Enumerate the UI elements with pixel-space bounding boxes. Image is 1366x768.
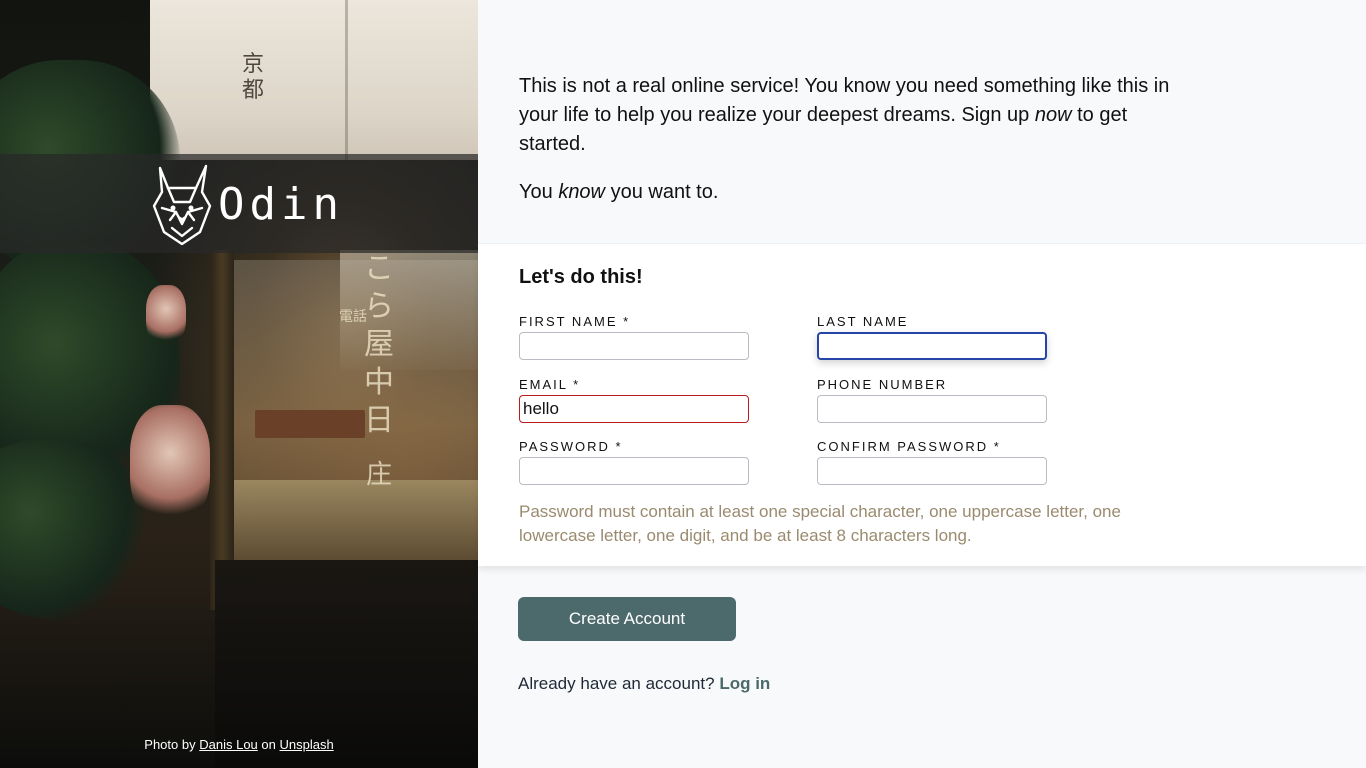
login-link[interactable]: Log in [719,674,770,693]
plant-leaves [0,440,150,620]
curtain-lettering: 京都 [241,52,264,103]
confirm-password-input[interactable] [817,457,1047,485]
password-input[interactable] [519,457,749,485]
intro-text: This is not a real online service! You k… [519,72,1179,207]
intro-emphasis: now [1034,104,1072,126]
photo-credit: Photo by Danis Lou on Unsplash [0,737,478,752]
last-name-input[interactable] [817,332,1047,360]
door-post [210,250,234,610]
signup-form: Let's do this! FIRST NAME * LAST NAME EM… [478,244,1366,566]
sign-lettering-bottom: 庄 [365,460,392,490]
intro-emphasis: know [558,181,606,203]
noren-curtain [150,0,478,160]
odin-dog-head-logo-icon [152,164,212,246]
last-name-label: LAST NAME [817,314,909,329]
phone-group: PHONE NUMBER [817,377,1047,423]
intro-paragraph-1: This is not a real online service! You k… [519,72,1179,159]
password-hint: Password must contain at least one speci… [519,502,1121,545]
intro-text-segment: You [519,181,559,203]
create-account-button[interactable]: Create Account [518,597,736,641]
logo: Odin [150,162,344,246]
sign-lettering-small: 電話 [339,309,367,325]
login-prompt-text: Already have an account? [518,674,715,693]
first-name-input[interactable] [519,332,749,360]
intro-paragraph-2: You know you want to. [519,178,1179,207]
credit-site-link[interactable]: Unsplash [280,737,334,752]
sign-lettering: こら屋中日 [364,251,394,438]
first-name-group: FIRST NAME * [519,314,749,360]
phone-label: PHONE NUMBER [817,377,948,392]
hanging-ornament [146,285,186,345]
login-prompt: Already have an account? Log in [518,674,770,694]
form-title: Let's do this! [519,266,643,288]
curtain-split [345,0,348,160]
intro-text-segment: you want to. [605,181,719,203]
phone-input[interactable] [817,395,1047,423]
low-table [255,410,365,438]
hero-photo: 京都 こら屋中日 電話 庄 Odin Photo by Danis Lou on… [0,0,478,768]
credit-prefix: Photo by [144,737,196,752]
logo-text: Odin [218,178,344,230]
confirm-password-group: CONFIRM PASSWORD * [817,439,1047,485]
confirm-password-label: CONFIRM PASSWORD * [817,439,1001,454]
email-label: EMAIL * [519,377,581,392]
credit-author-link[interactable]: Danis Lou [199,737,258,752]
password-group: PASSWORD * [519,439,749,485]
hanging-ornament [130,405,210,525]
credit-middle: on [261,737,276,752]
email-input[interactable] [519,395,749,423]
email-group: EMAIL * [519,377,749,423]
last-name-group: LAST NAME [817,314,1047,360]
password-label: PASSWORD * [519,439,623,454]
first-name-label: FIRST NAME * [519,314,631,329]
tatami-floor [230,480,478,560]
